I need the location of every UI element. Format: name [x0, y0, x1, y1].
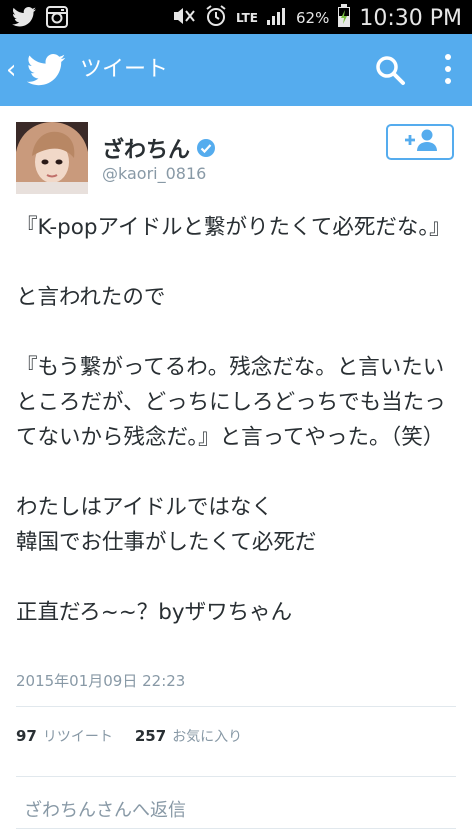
instagram-icon: [46, 6, 68, 32]
add-user-icon: [401, 128, 439, 156]
battery-charging-icon: [337, 4, 351, 32]
favorite-label[interactable]: お気に入り: [172, 726, 242, 746]
page-title: ツイート: [80, 57, 169, 82]
favorite-count[interactable]: 257: [135, 727, 166, 745]
retweet-count[interactable]: 97: [16, 727, 37, 745]
tweet-stats: 97 リツイート 257 お気に入り: [16, 726, 258, 746]
battery-percent: 62%: [296, 9, 330, 27]
app-bar: ‹ ツイート: [0, 34, 472, 106]
divider: [16, 706, 456, 707]
avatar[interactable]: [16, 122, 88, 194]
tweet-date[interactable]: 2015年01月09日 22:23: [16, 670, 185, 691]
signal-icon: [266, 6, 288, 30]
status-bar: LTE 62% 10:30 PM: [0, 0, 472, 34]
back-button[interactable]: ‹: [6, 56, 16, 84]
user-handle[interactable]: @kaori_0816: [102, 164, 206, 183]
clock: 10:30 PM: [359, 5, 462, 31]
twitter-icon: [12, 7, 36, 31]
network-type: LTE: [235, 11, 258, 25]
user-name[interactable]: ざわちん: [102, 132, 216, 164]
tweet-text: 『K-popアイドルと繋がりたくて必死だな。』 と言われたので 『もう繋がってる…: [16, 215, 451, 625]
reply-box[interactable]: ざわちんさんへ返信: [16, 790, 456, 829]
more-options-icon[interactable]: [442, 52, 454, 90]
twitter-bird-icon[interactable]: [26, 54, 66, 90]
alarm-icon: [204, 4, 228, 32]
search-icon[interactable]: [374, 54, 406, 90]
mute-icon: [170, 6, 196, 30]
follow-button[interactable]: [386, 124, 454, 160]
divider: [16, 776, 456, 777]
verified-badge-icon: [196, 138, 216, 158]
user-name-text: ざわちん: [102, 138, 191, 163]
reply-input[interactable]: ざわちんさんへ返信: [24, 796, 186, 822]
retweet-label[interactable]: リツイート: [43, 726, 113, 746]
